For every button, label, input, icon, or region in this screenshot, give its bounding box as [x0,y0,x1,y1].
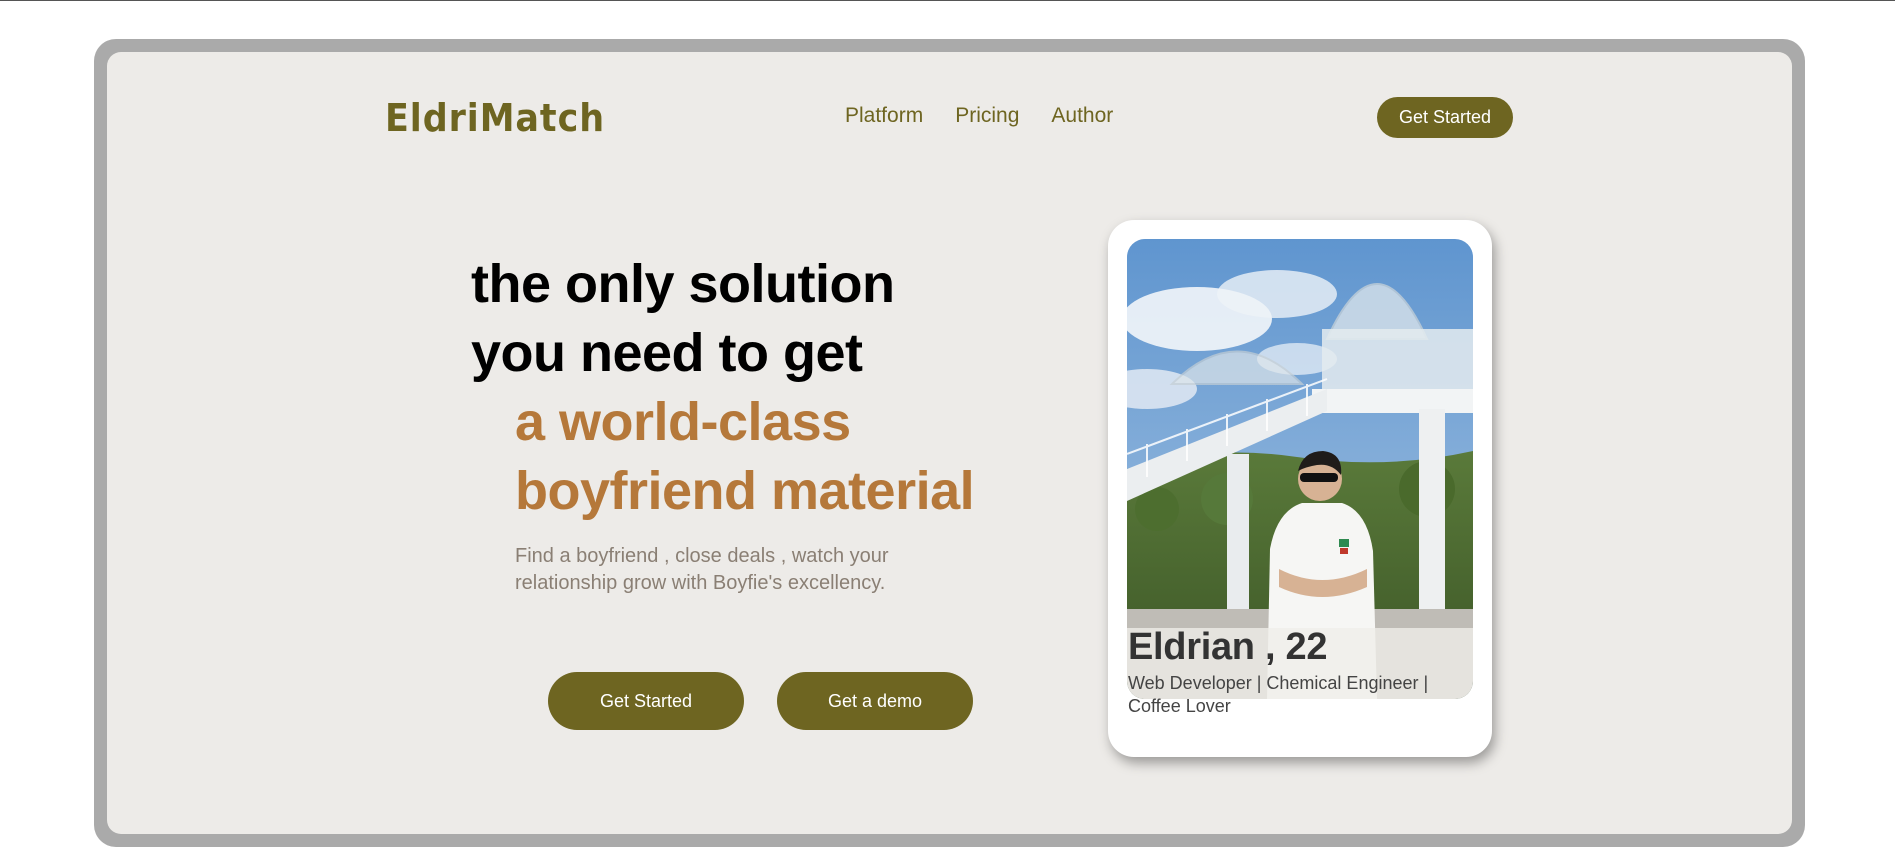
brand-logo[interactable]: EldriMatch [385,96,605,140]
nav-link-author[interactable]: Author [1051,104,1113,128]
main-nav: Platform Pricing Author [845,104,1113,128]
nav-link-pricing[interactable]: Pricing [955,104,1019,128]
nav-get-started-button[interactable]: Get Started [1377,97,1513,138]
profile-bio: Web Developer | Chemical Engineer | Coff… [1128,673,1429,716]
top-divider [0,0,1895,1]
hero-headline: the only solution you need to get [471,250,895,388]
subtext-line-2: relationship grow with Boyfie's excellen… [515,572,886,594]
subtext-line-1: Find a boyfriend , close deals , watch y… [515,545,889,567]
nav-link-platform[interactable]: Platform [845,104,923,128]
get-demo-button[interactable]: Get a demo [777,672,973,730]
highlight-line-2: boyfriend material [515,461,975,521]
hero-get-started-button[interactable]: Get Started [548,672,744,730]
hero-highlight: a world-class boyfriend material [515,388,975,526]
headline-line-1: the only solution [471,254,895,314]
highlight-line-1: a world-class [515,392,851,452]
profile-card[interactable]: Eldrian , 22 Web Developer | Chemical En… [1108,220,1492,757]
headline-line-2: you need to get [471,323,863,383]
profile-name: Eldrian , 22 [1128,626,1328,668]
hero-subtext: Find a boyfriend , close deals , watch y… [515,543,985,597]
